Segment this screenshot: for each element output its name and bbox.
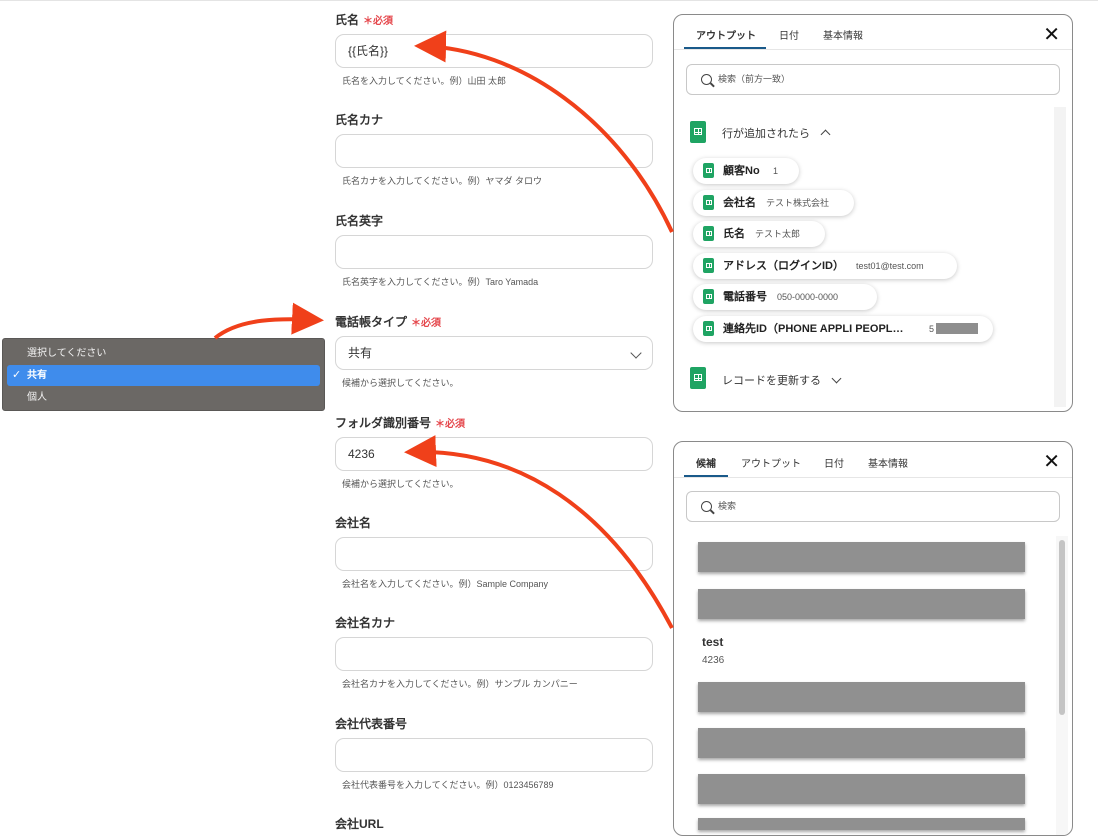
arrow-candidate-to-folder	[404, 435, 674, 629]
arrow-output-to-name	[414, 30, 674, 233]
annotation-arrows	[213, 30, 674, 629]
arrow-dropdown-to-type	[213, 302, 324, 340]
